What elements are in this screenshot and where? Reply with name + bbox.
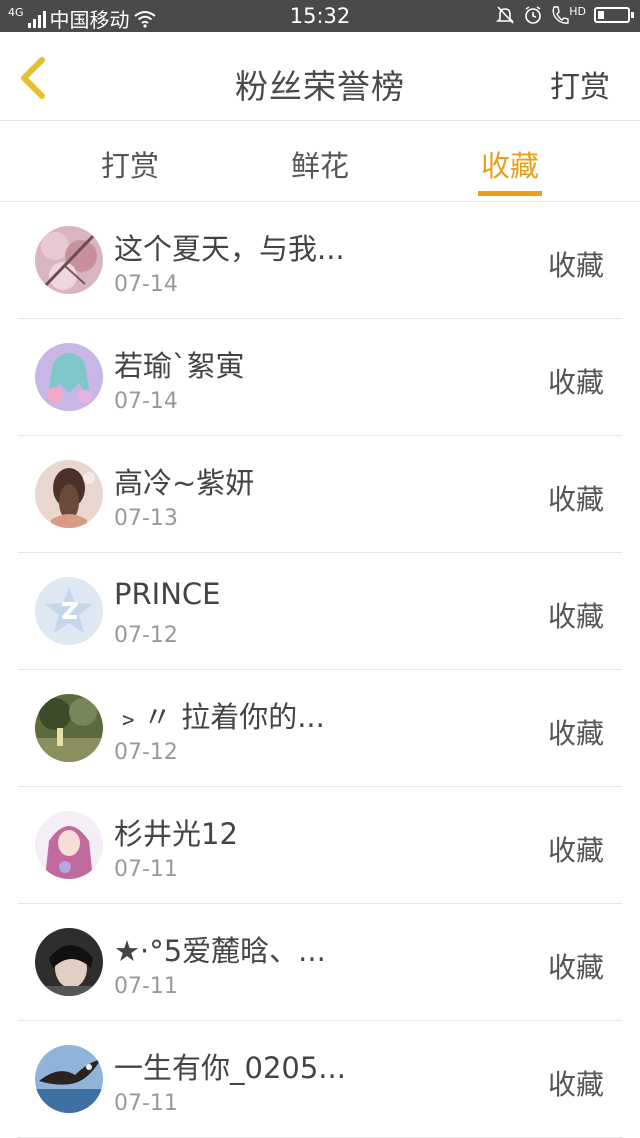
avatar bbox=[35, 343, 103, 411]
list-item[interactable]: 高冷~紫妍 07-13 收藏 bbox=[18, 436, 622, 553]
list-item[interactable]: 若瑜`絮寅 07-14 收藏 bbox=[18, 319, 622, 436]
action-label: 收藏 bbox=[547, 717, 604, 750]
avatar bbox=[35, 1045, 103, 1113]
phone-icon bbox=[552, 6, 569, 24]
fan-name: ★·°5爱麓晗、... bbox=[114, 934, 326, 968]
fan-name: 杉井光12 bbox=[114, 817, 238, 851]
list-item[interactable]: 这个夏天，与我... 07-14 收藏 bbox=[18, 202, 622, 319]
tab-reward[interactable]: 打赏 bbox=[70, 143, 190, 185]
pink-hair-icon bbox=[35, 811, 103, 879]
fan-name: 一生有你_0205... bbox=[114, 1051, 346, 1085]
status-right: HD bbox=[495, 5, 634, 25]
fan-date: 07-12 bbox=[114, 623, 178, 648]
reward-button[interactable]: 打赏 bbox=[550, 62, 610, 106]
battery-icon bbox=[594, 7, 634, 23]
eagle-icon bbox=[35, 1045, 103, 1113]
avatar bbox=[35, 811, 103, 879]
action-label: 收藏 bbox=[547, 249, 604, 282]
fan-date: 07-11 bbox=[114, 857, 178, 882]
braided-hair-icon bbox=[35, 460, 103, 528]
fan-date: 07-13 bbox=[114, 506, 178, 531]
fan-name: ﹥〃 拉着你的... bbox=[114, 700, 325, 734]
tab-flowers[interactable]: 鲜花 bbox=[260, 143, 380, 185]
list-item[interactable]: 一生有你_0205... 07-11 收藏 bbox=[18, 1021, 622, 1138]
action-label: 收藏 bbox=[547, 600, 604, 633]
cherry-blossom-icon bbox=[35, 226, 103, 294]
action-label: 收藏 bbox=[547, 1068, 604, 1101]
forest-scene-icon bbox=[35, 694, 103, 762]
fan-date: 07-11 bbox=[114, 974, 178, 999]
avatar bbox=[35, 460, 103, 528]
list-item[interactable]: ★·°5爱麓晗、... 07-11 收藏 bbox=[18, 904, 622, 1021]
qzone-star-icon bbox=[35, 577, 103, 645]
tab-bar: 打赏 鲜花 收藏 bbox=[0, 121, 640, 202]
dark-hair-boy-icon bbox=[35, 928, 103, 996]
fan-list: 这个夏天，与我... 07-14 收藏 若瑜`絮寅 07-14 收藏 高冷~紫妍… bbox=[18, 202, 622, 1138]
fan-date: 07-12 bbox=[114, 740, 178, 765]
list-item[interactable]: ﹥〃 拉着你的... 07-12 收藏 bbox=[18, 670, 622, 787]
avatar bbox=[35, 928, 103, 996]
fan-name: 高冷~紫妍 bbox=[114, 466, 255, 500]
fan-date: 07-11 bbox=[114, 1091, 178, 1116]
tab-favorites[interactable]: 收藏 bbox=[450, 143, 570, 185]
fan-date: 07-14 bbox=[114, 272, 178, 297]
avatar bbox=[35, 694, 103, 762]
action-label: 收藏 bbox=[547, 834, 604, 867]
fan-date: 07-14 bbox=[114, 389, 178, 414]
bell-muted-icon bbox=[496, 6, 515, 24]
fan-name: PRINCE bbox=[114, 577, 221, 611]
avatar bbox=[35, 577, 103, 645]
action-label: 收藏 bbox=[547, 366, 604, 399]
fan-name: 这个夏天，与我... bbox=[114, 232, 345, 266]
avatar bbox=[35, 226, 103, 294]
active-tab-indicator bbox=[478, 191, 542, 196]
action-label: 收藏 bbox=[547, 951, 604, 984]
list-item[interactable]: 杉井光12 07-11 收藏 bbox=[18, 787, 622, 904]
header-bar: 粉丝荣誉榜 打赏 bbox=[0, 32, 640, 121]
hd-label: HD bbox=[569, 5, 586, 18]
status-bar: 4G 中国移动 15:32 HD bbox=[0, 0, 640, 32]
fan-name: 若瑜`絮寅 bbox=[114, 349, 245, 383]
action-label: 收藏 bbox=[547, 483, 604, 516]
alarm-icon bbox=[525, 6, 542, 24]
list-item[interactable]: PRINCE 07-12 收藏 bbox=[18, 553, 622, 670]
hd-call-indicator: HD bbox=[551, 5, 586, 25]
anime-girl-icon bbox=[35, 343, 103, 411]
page-title: 粉丝荣誉榜 bbox=[235, 67, 405, 106]
